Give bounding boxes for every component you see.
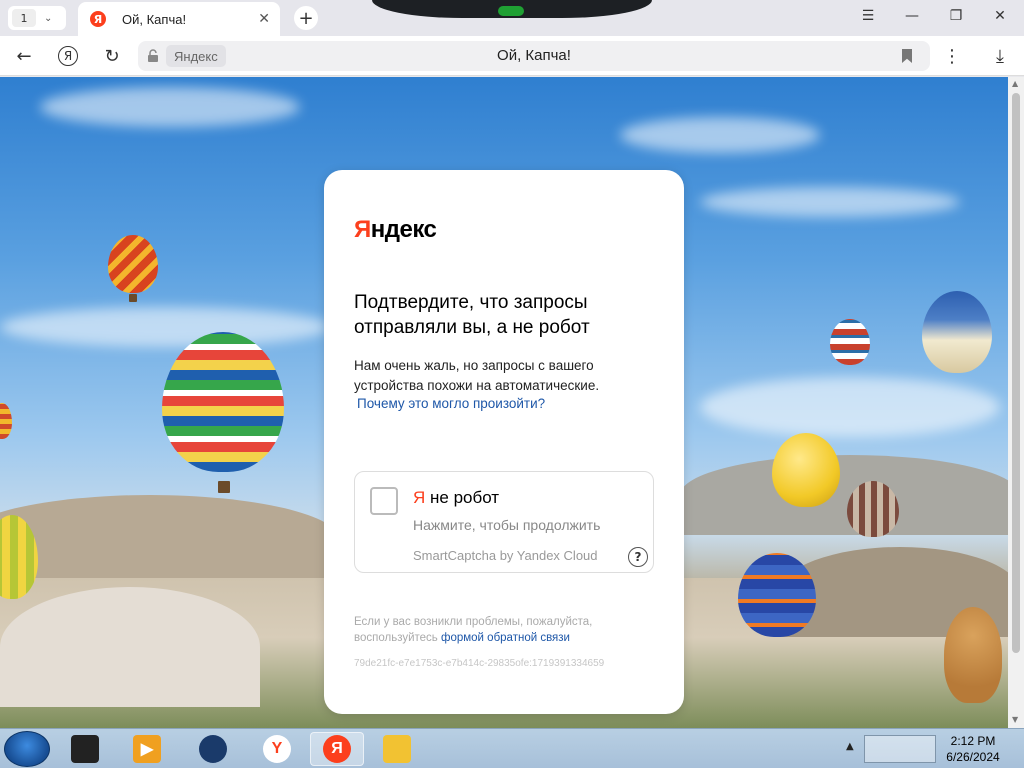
folder-icon xyxy=(383,735,411,763)
reload-icon[interactable]: ↻ xyxy=(100,44,124,68)
address-bar[interactable]: Яндекс Ой, Капча! xyxy=(138,41,930,71)
alice-notch xyxy=(372,0,652,18)
taskbar-yandex[interactable]: Я xyxy=(310,732,364,766)
balloon xyxy=(830,319,870,365)
balloon xyxy=(847,481,899,537)
help-icon[interactable]: ? xyxy=(628,547,648,567)
clock-time: 2:12 PM xyxy=(950,734,996,748)
navigation-bar: ← Я ↻ Яндекс Ой, Капча! ⋮ ⤓ xyxy=(0,36,1024,76)
balloon xyxy=(772,433,840,507)
yandex-browser-icon: Y xyxy=(263,735,291,763)
hamburger-menu-icon[interactable]: ☰ xyxy=(853,8,883,24)
restore-icon[interactable]: ❐ xyxy=(941,8,971,24)
alice-icon[interactable] xyxy=(498,6,524,16)
scroll-thumb[interactable] xyxy=(1012,93,1020,653)
checkbox-hint: Нажмите, чтобы продолжить xyxy=(413,517,601,533)
tray-expand-icon[interactable]: ▲ xyxy=(846,741,854,752)
tab-counter-button[interactable]: 1 ⌄ xyxy=(8,6,66,30)
terminal-icon xyxy=(71,735,99,763)
lock-icon[interactable] xyxy=(146,49,160,63)
taskbar: ▶ Y Я ▲ 2:12 PM 6/26/2024 xyxy=(0,728,1024,768)
balloon xyxy=(108,235,158,293)
smartcaptcha-brand: SmartCaptcha by Yandex Cloud xyxy=(413,548,598,563)
site-label[interactable]: Яндекс xyxy=(166,45,226,67)
taskbar-explorer[interactable] xyxy=(370,732,424,766)
balloon xyxy=(162,332,284,472)
not-robot-checkbox[interactable] xyxy=(370,487,398,515)
balloon xyxy=(0,403,12,439)
scroll-down-icon[interactable]: ▼ xyxy=(1012,715,1018,724)
captcha-card: Яндекс Подтвердите, что запросы отправля… xyxy=(324,170,684,714)
taskbar-globe[interactable] xyxy=(186,732,240,766)
minimize-icon[interactable]: — xyxy=(897,8,927,24)
feedback-text: Если у вас возникли проблемы, пожалуйста… xyxy=(354,616,593,644)
yandex-favicon-icon: Я xyxy=(90,11,106,27)
globe-icon xyxy=(199,735,227,763)
new-tab-button[interactable]: + xyxy=(294,6,318,30)
page-scrollbar[interactable]: ▲ ▼ xyxy=(1008,77,1024,728)
taskbar-media-player[interactable]: ▶ xyxy=(120,732,174,766)
yandex-icon: Я xyxy=(323,735,351,763)
tab-active[interactable]: Я Ой, Капча! ✕ xyxy=(78,2,280,36)
not-robot-label[interactable]: Я не робот xyxy=(413,488,499,508)
kebab-menu-icon[interactable]: ⋮ xyxy=(940,44,964,68)
back-arrow-icon[interactable]: ← xyxy=(12,44,36,68)
close-icon[interactable]: ✕ xyxy=(258,11,270,27)
hamster-mascot xyxy=(944,607,1002,703)
chevron-down-icon: ⌄ xyxy=(44,12,53,24)
bookmark-icon[interactable] xyxy=(902,49,912,63)
tab-count: 1 xyxy=(12,9,36,27)
captcha-description: Нам очень жаль, но запросы с вашего устр… xyxy=(354,358,600,393)
scroll-up-icon[interactable]: ▲ xyxy=(1012,79,1018,88)
clock-date: 6/26/2024 xyxy=(946,750,1000,764)
download-icon[interactable]: ⤓ xyxy=(988,44,1012,68)
taskbar-terminal[interactable] xyxy=(58,732,112,766)
balloon xyxy=(738,553,816,637)
address-title: Ой, Капча! xyxy=(497,47,571,64)
captcha-heading: Подтвердите, что запросы отправляли вы, … xyxy=(354,292,590,338)
yandex-circle-icon[interactable]: Я xyxy=(56,44,80,68)
balloon xyxy=(922,291,992,373)
captcha-widget[interactable]: Я не робот Нажмите, чтобы продолжить Sma… xyxy=(354,471,654,573)
start-button[interactable] xyxy=(4,731,50,767)
media-player-icon: ▶ xyxy=(133,735,161,763)
request-id: 79de21fc-e7e1753c-e7b414c-29835ofe:17193… xyxy=(354,658,605,669)
tab-strip: 1 ⌄ Я Ой, Капча! ✕ + ☰ — ❐ ✕ xyxy=(0,0,1024,36)
system-tray[interactable] xyxy=(864,735,936,763)
window-close-icon[interactable]: ✕ xyxy=(985,8,1015,24)
tab-title: Ой, Капча! xyxy=(122,11,187,27)
clock[interactable]: 2:12 PM 6/26/2024 xyxy=(938,733,1008,765)
feedback-form-link[interactable]: формой обратной связи xyxy=(441,632,570,644)
taskbar-yandex-browser[interactable]: Y xyxy=(250,732,304,766)
why-link[interactable]: Почему это могло произойти? xyxy=(357,396,545,411)
yandex-logo: Яндекс xyxy=(354,216,437,243)
